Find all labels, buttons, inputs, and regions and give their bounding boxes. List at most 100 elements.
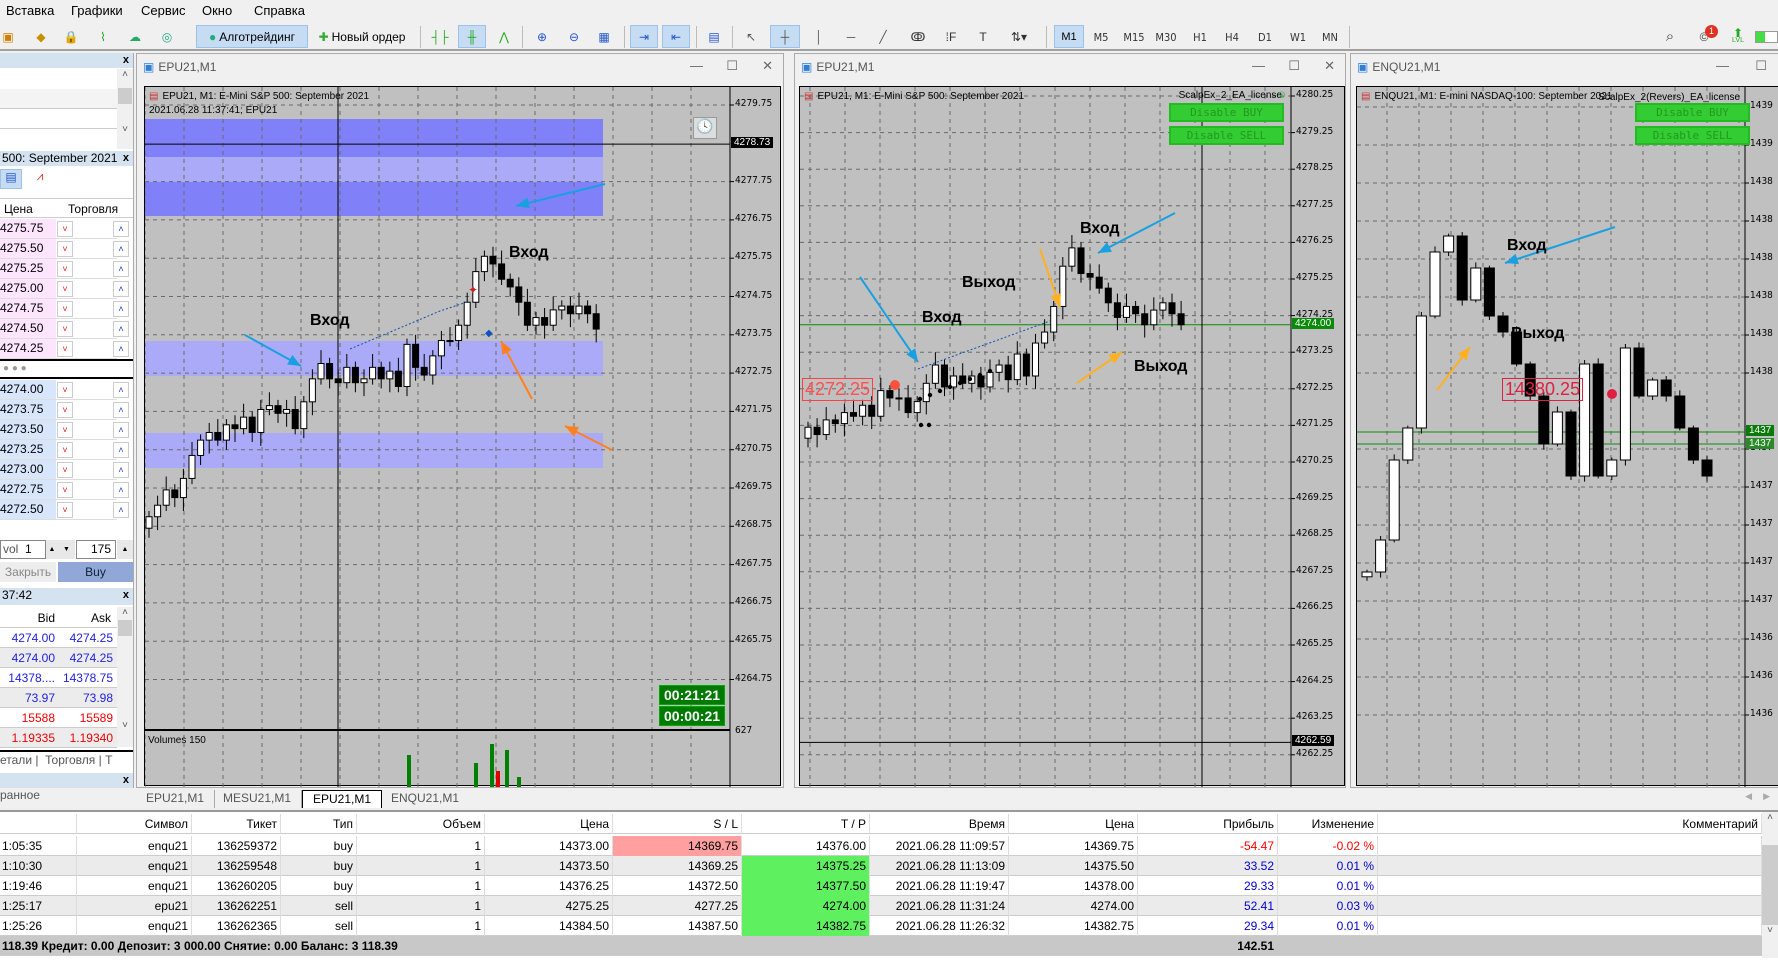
tf-mn[interactable]: MN: [1316, 26, 1344, 48]
maximize-button[interactable]: ☐: [1288, 58, 1300, 74]
close-icon[interactable]: x: [123, 53, 129, 68]
disable-buy-button[interactable]: Disable BUY: [1635, 103, 1750, 122]
tab-epu21-1[interactable]: EPU21,M1: [136, 790, 216, 808]
menu-insert[interactable]: Вставка: [6, 3, 54, 18]
buy-arrow-icon[interactable]: ˄: [113, 382, 129, 398]
table-scrollbar[interactable]: ˄ ˅: [1762, 812, 1778, 958]
buy-arrow-icon[interactable]: ˄: [113, 281, 129, 297]
disable-sell-button[interactable]: Disable SELL: [1169, 126, 1284, 145]
tab-trading[interactable]: Торговля: [45, 753, 95, 767]
profiles-icon[interactable]: ▣: [0, 25, 16, 48]
tf-d1[interactable]: D1: [1251, 26, 1279, 48]
table-row[interactable]: 1:25:26 enqu21 136262365 sell 1 14384.50 14387…: [0, 916, 1762, 936]
market-watch-row[interactable]: 4274.00 4274.25: [0, 628, 117, 648]
tabs-scroll-left-icon[interactable]: ◀: [1745, 791, 1752, 802]
scrollbar[interactable]: ˄ ˅: [117, 69, 133, 149]
buy-arrow-icon[interactable]: ˄: [113, 341, 129, 357]
chart-enqu21[interactable]: 1439 1439 1438 1438 1438 1438 1438 1438 1437 1437…: [1356, 86, 1778, 787]
column-header[interactable]: Цена: [485, 814, 613, 834]
column-header[interactable]: Время: [870, 814, 1009, 834]
tile-windows-icon[interactable]: ▦: [592, 25, 616, 48]
qty-increase-button[interactable]: ▲: [117, 540, 133, 559]
table-row[interactable]: 1:19:46 enqu21 136260205 buy 1 14376.25 14372.…: [0, 876, 1762, 896]
market-watch-row[interactable]: 14378.... 14378.75: [0, 668, 117, 688]
buy-arrow-icon[interactable]: ˄: [113, 462, 129, 478]
column-header[interactable]: Изменение: [1278, 814, 1378, 834]
buy-arrow-icon[interactable]: ˄: [113, 261, 129, 277]
text-icon[interactable]: T: [972, 25, 994, 48]
sell-arrow-icon[interactable]: ˅: [57, 221, 73, 237]
new-order-button[interactable]: ✚ Новый ордер: [313, 25, 411, 48]
column-header[interactable]: Символ: [77, 814, 192, 834]
sell-arrow-icon[interactable]: ˅: [57, 502, 73, 518]
qty-input[interactable]: 175: [76, 540, 116, 559]
disable-sell-button[interactable]: Disable SELL: [1635, 126, 1750, 145]
sell-arrow-icon[interactable]: ˅: [57, 241, 73, 257]
close-icon[interactable]: x: [123, 588, 129, 603]
dom-chart-icon[interactable]: ⩘: [30, 169, 50, 189]
buy-arrow-icon[interactable]: ˄: [113, 502, 129, 518]
tf-h4[interactable]: H4: [1218, 26, 1246, 48]
column-header[interactable]: [0, 814, 77, 834]
vps-icon[interactable]: ☁: [124, 25, 146, 48]
sell-arrow-icon[interactable]: ˅: [57, 382, 73, 398]
menu-help[interactable]: Справка: [254, 3, 305, 18]
market-watch-icon[interactable]: ◆: [30, 25, 52, 48]
table-row[interactable]: 1:25:17 epu21 136262251 sell 1 4275.25 4277.25…: [0, 896, 1762, 916]
sell-arrow-icon[interactable]: ˅: [57, 442, 73, 458]
notifications-button[interactable]: © 1: [1690, 25, 1718, 48]
tab-enqu21[interactable]: ENQU21,M1: [381, 790, 469, 808]
sell-arrow-icon[interactable]: ˅: [57, 422, 73, 438]
maximize-button[interactable]: ☐: [1755, 58, 1767, 74]
buy-arrow-icon[interactable]: ˄: [113, 442, 129, 458]
column-header[interactable]: T / P: [742, 814, 870, 834]
buy-arrow-icon[interactable]: ˄: [113, 482, 129, 498]
close-button[interactable]: ✕: [762, 58, 773, 74]
chart-epu21-1[interactable]: ✦ ◆ 4279.75 4277.75 4276.75 4275.75 4274.75 427…: [144, 86, 781, 787]
close-icon[interactable]: x: [123, 773, 129, 788]
algotrading-button[interactable]: ● Алготрейдинг: [196, 25, 308, 48]
column-header[interactable]: S / L: [613, 814, 742, 834]
tf-w1[interactable]: W1: [1284, 26, 1312, 48]
clock-icon[interactable]: 🕓: [693, 117, 717, 139]
elliott-icon[interactable]: ↂ: [906, 25, 930, 48]
qty-decrease-button[interactable]: ▼: [58, 540, 75, 559]
menu-charts[interactable]: Графики: [71, 3, 123, 18]
menu-window[interactable]: Окно: [202, 3, 232, 18]
tf-m30[interactable]: M30: [1152, 26, 1180, 48]
chart-epu21-2[interactable]: 4280.25 4279.25 4278.25 4277.25 4276.25 4275.…: [799, 86, 1345, 787]
close-icon[interactable]: x: [123, 151, 129, 166]
candlestick-icon[interactable]: ╫: [458, 25, 486, 48]
market-watch-row[interactable]: 4274.00 4274.25: [0, 648, 117, 668]
search-icon[interactable]: ⌕: [1660, 25, 1680, 48]
community-icon[interactable]: ◎: [156, 25, 178, 48]
sell-arrow-icon[interactable]: ˅: [57, 402, 73, 418]
arrows-dropdown-icon[interactable]: ⇅▾: [1004, 25, 1034, 48]
minimize-button[interactable]: —: [1252, 58, 1265, 73]
menu-service[interactable]: Сервис: [141, 3, 186, 18]
tab-mesu21[interactable]: MESU21,M1: [213, 790, 303, 808]
zoom-out-icon[interactable]: ⊖: [562, 25, 586, 48]
tf-h1[interactable]: H1: [1186, 26, 1214, 48]
column-header[interactable]: Тикет: [192, 814, 281, 834]
templates-icon[interactable]: ▤: [702, 25, 726, 48]
lvl-button[interactable]: ⬆ LVL: [1726, 25, 1750, 48]
column-header[interactable]: Комментарий: [1378, 814, 1762, 834]
buy-arrow-icon[interactable]: ˄: [113, 321, 129, 337]
tf-m5[interactable]: M5: [1087, 26, 1115, 48]
tab-ticks[interactable]: Т: [105, 753, 112, 767]
column-header[interactable]: Объем: [357, 814, 485, 834]
tab-epu21-2[interactable]: EPU21,M1: [302, 790, 383, 808]
autoscroll-icon[interactable]: ⇥: [630, 25, 658, 48]
dom-view-icon[interactable]: ▤: [0, 169, 22, 189]
buy-arrow-icon[interactable]: ˄: [113, 422, 129, 438]
column-header[interactable]: Прибыль: [1138, 814, 1278, 834]
sell-arrow-icon[interactable]: ˅: [57, 482, 73, 498]
chart-shift-icon[interactable]: ⇤: [662, 25, 690, 48]
tf-m15[interactable]: M15: [1120, 26, 1148, 48]
trendline-icon[interactable]: ╱: [872, 25, 894, 48]
column-header[interactable]: Цена: [1009, 814, 1138, 834]
horizontal-line-icon[interactable]: ─: [840, 25, 862, 48]
fibonacci-icon[interactable]: ⁞F: [940, 25, 962, 48]
sell-arrow-icon[interactable]: ˅: [57, 341, 73, 357]
